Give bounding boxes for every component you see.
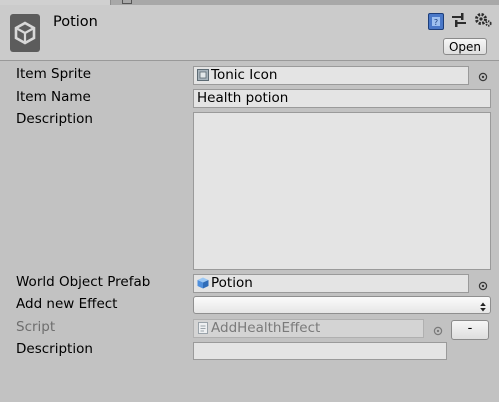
object-picker-icon[interactable] (478, 70, 488, 82)
effect-description-input[interactable] (193, 342, 447, 360)
dropdown-arrows-icon (480, 300, 486, 316)
add-new-effect-label: Add new Effect (16, 296, 118, 312)
world-object-prefab-label: World Object Prefab (16, 274, 151, 290)
help-book-icon[interactable]: ? (428, 13, 444, 30)
world-object-prefab-field[interactable]: Potion (193, 274, 469, 293)
item-sprite-label: Item Sprite (16, 66, 92, 82)
add-new-effect-dropdown[interactable] (193, 296, 491, 314)
script-label: Script (16, 319, 56, 335)
svg-text:?: ? (434, 18, 438, 27)
item-sprite-field[interactable]: Tonic Icon (193, 66, 469, 85)
item-name-input[interactable]: Health potion (193, 89, 491, 108)
tab-icon (122, 0, 132, 4)
object-picker-icon (433, 324, 443, 336)
unity-logo-icon (10, 14, 40, 52)
prefab-cube-icon (197, 277, 209, 292)
sprite-icon (197, 69, 209, 84)
item-name-label: Item Name (16, 89, 91, 105)
script-field: AddHealthEffect (193, 319, 424, 338)
open-button[interactable]: Open (443, 38, 487, 55)
object-picker-icon[interactable] (478, 279, 488, 291)
description-label: Description (16, 111, 93, 127)
presets-icon[interactable] (451, 12, 467, 28)
effect-description-label: Description (16, 341, 93, 357)
item-sprite-value: Tonic Icon (211, 67, 278, 83)
description-textarea[interactable] (193, 112, 491, 270)
asset-title: Potion (53, 14, 98, 30)
script-icon (197, 322, 209, 337)
gear-icon[interactable] (473, 10, 493, 30)
world-object-prefab-value: Potion (211, 275, 253, 291)
script-value: AddHealthEffect (211, 320, 321, 336)
remove-effect-button[interactable]: - (451, 320, 489, 340)
